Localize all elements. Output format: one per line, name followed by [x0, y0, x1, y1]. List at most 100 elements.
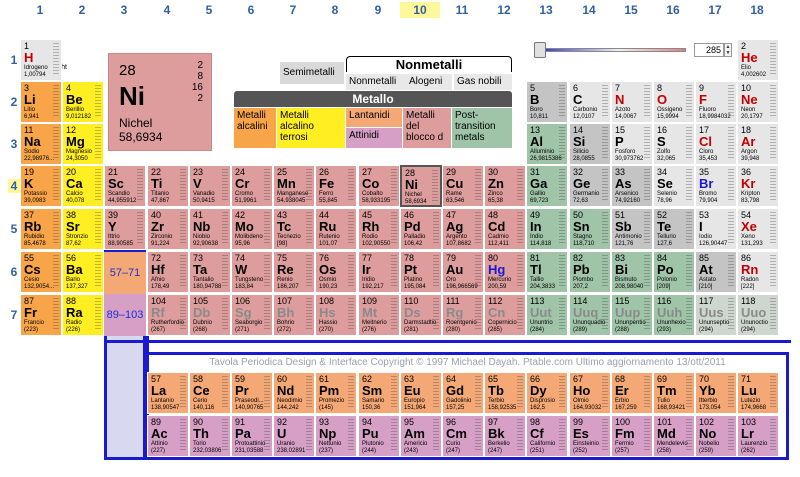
element-cell[interactable]: 113 Uut Ununtrio (284)	[526, 294, 568, 336]
element-cell[interactable]: 33 As Arsenico 74,92160	[611, 165, 653, 207]
element-cell[interactable]: 84 Po Polonio [209]	[653, 251, 695, 293]
element-cell[interactable]: 99 Es Einsteinio (252)	[569, 415, 611, 457]
element-cell[interactable]: 56 Ba Bario 137,327	[62, 251, 104, 293]
element-cell[interactable]: 58 Ce Cerio 140,116	[189, 372, 231, 414]
element-cell[interactable]: 43 Tc Tecnezio [98]	[273, 208, 315, 250]
element-cell[interactable]: 59 Pr Praseodi... 140,90765	[231, 372, 273, 414]
element-cell[interactable]: 27 Co Cobalto 58,933195	[358, 165, 400, 207]
temperature-slider-track[interactable]	[536, 48, 686, 52]
element-cell[interactable]: 94 Pu Plutonio (244)	[358, 415, 400, 457]
group-number[interactable]: 14	[569, 2, 609, 18]
period-number[interactable]: 3	[8, 137, 20, 151]
element-cell[interactable]: 76 Os Osmio 190,23	[315, 251, 357, 293]
element-cell[interactable]: 116 Uuh Ununhexio (293)	[653, 294, 695, 336]
actinides-ref[interactable]: 89–103	[104, 294, 146, 336]
element-cell[interactable]: 73 Ta Tantalio 180,94788	[189, 251, 231, 293]
group-number[interactable]: 8	[315, 2, 355, 18]
legend-semimetalli[interactable]: Semimetalli	[280, 62, 344, 84]
element-cell[interactable]: 52 Te Tellurio 127,6	[653, 208, 695, 250]
element-cell[interactable]: 34 Se Selenio 78,96	[653, 165, 695, 207]
legend-metalli-blocco-d[interactable]: Metalli del blocco d	[403, 108, 451, 148]
element-cell[interactable]: 31 Ga Gallio 69,723	[526, 165, 568, 207]
element-cell[interactable]: 32 Ge Germanio 72,63	[569, 165, 611, 207]
element-cell[interactable]: 91 Pa Protoattinio 231,03588	[231, 415, 273, 457]
element-cell[interactable]: 25 Mn Manganese 54,938045	[273, 165, 315, 207]
element-cell[interactable]: 14 Si Silicio 28,0855	[569, 123, 611, 165]
element-cell[interactable]: 5 B Boro 10,811	[526, 81, 568, 123]
legend-attinidi[interactable]: Attinidi	[346, 128, 402, 148]
element-cell[interactable]: 89 Ac Attinio (227)	[147, 415, 189, 457]
legend-nonmetalli[interactable]: Nonmetalli	[346, 74, 406, 90]
element-cell[interactable]: 15 P Fosforo 30,973762	[611, 123, 653, 165]
element-cell[interactable]: 88 Ra Radio (226)	[62, 294, 104, 336]
element-cell[interactable]: 3 Li Litio 6,941	[20, 81, 62, 123]
element-cell[interactable]: 82 Pb Piombo 207,2	[569, 251, 611, 293]
element-cell[interactable]: 71 Lu Lutezio 174,9668	[737, 372, 779, 414]
element-cell[interactable]: 79 Au Oro 196,966569	[442, 251, 484, 293]
group-number[interactable]: 1	[20, 2, 60, 18]
element-cell[interactable]: 1 H Idrogeno 1,00794	[20, 39, 62, 81]
legend-alogeni[interactable]: Alogeni	[406, 74, 452, 90]
period-number[interactable]: 1	[8, 53, 20, 67]
element-cell[interactable]: 41 Nb Niobio 92,90638	[189, 208, 231, 250]
element-cell[interactable]: 97 Bk Berkelio (247)	[484, 415, 526, 457]
element-cell[interactable]: 109 Mt Meitnerio (276)	[358, 294, 400, 336]
element-cell[interactable]: 85 At Astato [210]	[695, 251, 737, 293]
element-cell[interactable]: 104 Rf Rutherfordio (267)	[147, 294, 189, 336]
element-cell[interactable]: 114 Uuq Ununquadio (289)	[569, 294, 611, 336]
element-cell[interactable]: 28 Ni Nichel 58,6934	[400, 165, 442, 207]
element-cell[interactable]: 30 Zn Zinco 65,38	[484, 165, 526, 207]
element-cell[interactable]: 46 Pd Palladio 106,42	[400, 208, 442, 250]
group-number[interactable]: 3	[104, 2, 144, 18]
temperature-slider-thumb[interactable]	[534, 42, 546, 58]
temperature-input[interactable]	[694, 43, 724, 57]
element-cell[interactable]: 10 Ne Neon 20,1797	[737, 81, 779, 123]
group-number[interactable]: 4	[147, 2, 187, 18]
group-number[interactable]: 7	[273, 2, 313, 18]
element-cell[interactable]: 68 Er Erbio 167,259	[611, 372, 653, 414]
element-cell[interactable]: 42 Mo Molibdeno 95,96	[231, 208, 273, 250]
element-cell[interactable]: 118 Uuo Ununoctio (294)	[737, 294, 779, 336]
element-cell[interactable]: 17 Cl Cloro 35,453	[695, 123, 737, 165]
element-cell[interactable]: 12 Mg Magnesio 24,3050	[62, 123, 104, 165]
element-cell[interactable]: 57 La Lantanio 138,90547	[147, 372, 189, 414]
element-cell[interactable]: 4 Be Berillio 9,012182	[62, 81, 104, 123]
group-number[interactable]: 6	[231, 2, 271, 18]
element-cell[interactable]: 111 Rg Roentgenio (280)	[442, 294, 484, 336]
legend-lantanidi[interactable]: Lantanidi	[346, 108, 402, 127]
period-number[interactable]: 7	[8, 308, 20, 322]
element-cell[interactable]: 103 Lr Laurenzio (262)	[737, 415, 779, 457]
element-cell[interactable]: 102 No Nobelio (259)	[695, 415, 737, 457]
element-cell[interactable]: 48 Cd Cadmio 112,411	[484, 208, 526, 250]
element-cell[interactable]: 29 Cu Rame 63,546	[442, 165, 484, 207]
element-cell[interactable]: 6 C Carbonio 12,0107	[569, 81, 611, 123]
element-cell[interactable]: 37 Rb Rubidio 85,4678	[20, 208, 62, 250]
legend-metalli-alcalini[interactable]: Metalli alcalini	[234, 108, 276, 148]
element-cell[interactable]: 75 Re Renio 186,207	[273, 251, 315, 293]
element-cell[interactable]: 66 Dy Disprosio 162,5	[526, 372, 568, 414]
group-number[interactable]: 2	[62, 2, 102, 18]
lanthanides-ref[interactable]: 57–71	[104, 252, 146, 294]
element-cell[interactable]: 45 Rh Rodio 102,90550	[358, 208, 400, 250]
element-cell[interactable]: 23 V Vanadio 50,9415	[189, 165, 231, 207]
element-cell[interactable]: 101 Md Mendelevio (258)	[653, 415, 695, 457]
element-cell[interactable]: 74 W Tungsteno 183,84	[231, 251, 273, 293]
element-cell[interactable]: 78 Pt Platino 195,084	[400, 251, 442, 293]
element-cell[interactable]: 93 Np Nettunio (237)	[315, 415, 357, 457]
element-cell[interactable]: 54 Xe Xeno 131,293	[737, 208, 779, 250]
element-cell[interactable]: 55 Cs Cesio 132,9054...	[20, 251, 62, 293]
element-cell[interactable]: 24 Cr Cromo 51,9961	[231, 165, 273, 207]
group-number[interactable]: 15	[611, 2, 651, 18]
element-cell[interactable]: 105 Db Dubnio (268)	[189, 294, 231, 336]
element-cell[interactable]: 13 Al Alluminio 26,9815386	[526, 123, 568, 165]
element-cell[interactable]: 16 S Zolfo 32,065	[653, 123, 695, 165]
element-cell[interactable]: 86 Rn Radon [222]	[737, 251, 779, 293]
element-cell[interactable]: 26 Fe Ferro 55,845	[315, 165, 357, 207]
element-cell[interactable]: 53 I Iodio 126,90447	[695, 208, 737, 250]
element-cell[interactable]: 92 U Uranio 238,02891	[273, 415, 315, 457]
group-number[interactable]: 5	[189, 2, 229, 18]
element-cell[interactable]: 36 Kr Kripton 83,798	[737, 165, 779, 207]
period-number[interactable]: 6	[8, 265, 20, 279]
group-number[interactable]: 10	[400, 2, 440, 18]
element-cell[interactable]: 64 Gd Gadolinio 157,25	[442, 372, 484, 414]
